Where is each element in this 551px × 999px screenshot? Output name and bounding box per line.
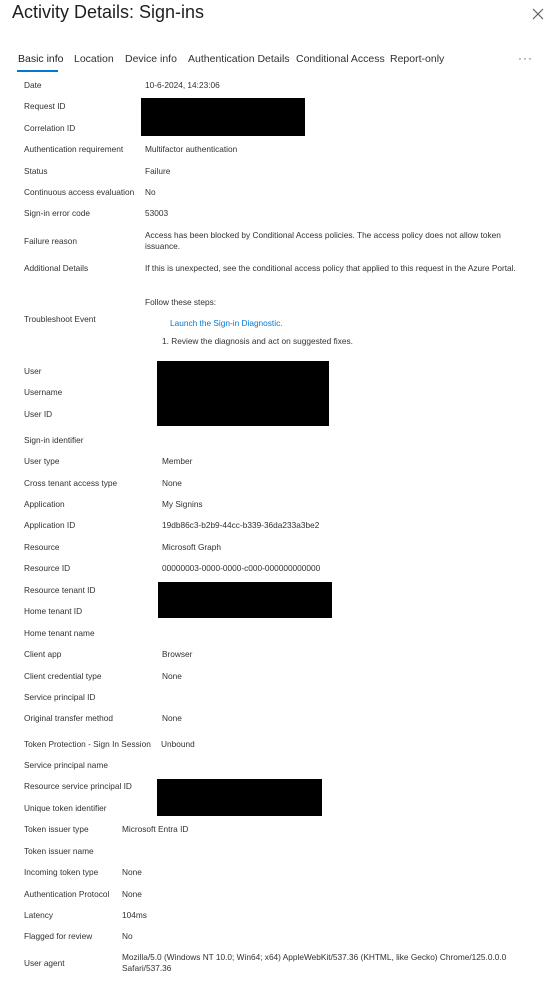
close-button[interactable]	[530, 6, 546, 22]
correlation-id-label: Correlation ID	[24, 123, 76, 133]
more-icon[interactable]: ···	[518, 51, 533, 65]
cae-value: No	[145, 187, 156, 197]
original-transfer-method-label: Original transfer method	[24, 713, 114, 723]
latency-label: Latency	[24, 910, 54, 920]
close-icon	[532, 8, 544, 20]
client-credential-type-label: Client credential type	[24, 671, 102, 681]
user-id-label: User ID	[24, 409, 53, 419]
tab-location[interactable]: Location	[74, 52, 114, 66]
page-title: Activity Details: Sign-ins	[12, 2, 205, 22]
user-label: User	[24, 366, 42, 376]
status-value: Failure	[145, 166, 171, 176]
auth-protocol-value: None	[122, 889, 142, 899]
token-issuer-type-value: Microsoft Entra ID	[122, 824, 189, 834]
username-label: Username	[24, 387, 63, 397]
date-label: Date	[24, 80, 42, 90]
application-id-value: 19db86c3-b2b9-44cc-b339-36da233a3be2	[162, 520, 320, 530]
flagged-value: No	[122, 931, 133, 941]
failure-reason-label: Failure reason	[24, 236, 78, 246]
additional-details-label: Additional Details	[24, 263, 89, 273]
user-type-value: Member	[162, 456, 193, 466]
token-protection-label: Token Protection - Sign In Session	[24, 739, 151, 749]
latency-value: 104ms	[122, 910, 147, 920]
resource-value: Microsoft Graph	[162, 542, 222, 552]
auth-requirement-label: Authentication requirement	[24, 144, 124, 154]
client-credential-type-value: None	[162, 671, 182, 681]
redacted-tenant-block	[158, 582, 332, 618]
auth-requirement-value: Multifactor authentication	[145, 144, 238, 154]
token-protection-value: Unbound	[161, 739, 195, 749]
resource-label: Resource	[24, 542, 60, 552]
application-label: Application	[24, 499, 65, 509]
redacted-ids-block	[141, 98, 305, 136]
active-tab-indicator	[17, 70, 58, 72]
resource-id-label: Resource ID	[24, 563, 71, 573]
home-tenant-name-label: Home tenant name	[24, 628, 95, 638]
redacted-user-block	[157, 361, 329, 426]
application-value: My Signins	[162, 499, 203, 509]
signin-identifier-label: Sign-in identifier	[24, 435, 84, 445]
troubleshoot-intro: Follow these steps:	[145, 297, 217, 307]
error-code-value: 53003	[145, 208, 169, 218]
date-value: 10-6-2024, 14:23:06	[145, 80, 220, 90]
service-principal-name-label: Service principal name	[24, 760, 108, 770]
user-type-label: User type	[24, 456, 60, 466]
failure-reason-value: Access has been blocked by Conditional A…	[145, 230, 501, 251]
user-agent-label: User agent	[24, 958, 65, 968]
sign-in-diagnostic-link[interactable]: Launch the Sign-in Diagnostic.	[170, 318, 283, 329]
token-issuer-name-label: Token issuer name	[24, 846, 94, 856]
cae-label: Continuous access evaluation	[24, 187, 135, 197]
auth-protocol-label: Authentication Protocol	[24, 889, 110, 899]
tab-authentication-details[interactable]: Authentication Details	[188, 52, 290, 66]
tab-device-info[interactable]: Device info	[125, 52, 177, 66]
incoming-token-type-value: None	[122, 867, 142, 877]
cross-tenant-label: Cross tenant access type	[24, 478, 118, 488]
resource-tenant-id-label: Resource tenant ID	[24, 585, 96, 595]
resource-sp-id-label: Resource service principal ID	[24, 781, 132, 791]
cross-tenant-value: None	[162, 478, 182, 488]
redacted-token-block	[157, 779, 322, 816]
status-label: Status	[24, 166, 48, 176]
unique-token-id-label: Unique token identifier	[24, 803, 107, 813]
tab-basic-info[interactable]: Basic info	[18, 52, 64, 66]
original-transfer-method-value: None	[162, 713, 182, 723]
user-agent-value: Mozilla/5.0 (Windows NT 10.0; Win64; x64…	[122, 952, 507, 973]
home-tenant-id-label: Home tenant ID	[24, 606, 83, 616]
flagged-label: Flagged for review	[24, 931, 93, 941]
application-id-label: Application ID	[24, 520, 76, 530]
tab-conditional-access[interactable]: Conditional Access	[296, 52, 385, 66]
troubleshoot-step-1: 1. Review the diagnosis and act on sugge…	[162, 336, 353, 346]
error-code-label: Sign-in error code	[24, 208, 90, 218]
tab-bar: Basic info Location Device info Authenti…	[0, 52, 551, 74]
request-id-label: Request ID	[24, 101, 66, 111]
resource-id-value: 00000003-0000-0000-c000-000000000000	[162, 563, 321, 573]
client-app-label: Client app	[24, 649, 62, 659]
client-app-value: Browser	[162, 649, 193, 659]
additional-details-value: If this is unexpected, see the condition…	[145, 263, 516, 273]
troubleshoot-label: Troubleshoot Event	[24, 314, 96, 324]
token-issuer-type-label: Token issuer type	[24, 824, 89, 834]
tab-report-only[interactable]: Report-only	[390, 52, 444, 66]
incoming-token-type-label: Incoming token type	[24, 867, 99, 877]
service-principal-id-label: Service principal ID	[24, 692, 96, 702]
